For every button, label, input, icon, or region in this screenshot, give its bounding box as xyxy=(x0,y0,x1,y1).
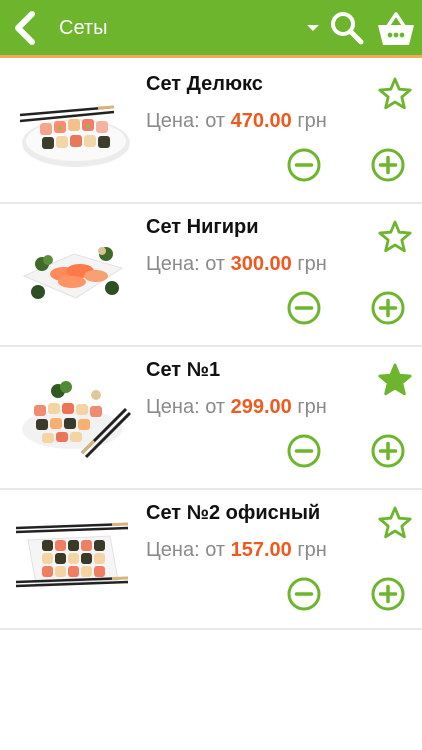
minus-circle-icon xyxy=(287,434,321,468)
product-list: Сет Делюкс Цена: от 470.00 грн Сет Нигир… xyxy=(0,61,422,630)
price-line: Цена: от 470.00 грн xyxy=(146,110,327,133)
back-chevron-icon xyxy=(15,11,35,45)
search-button[interactable] xyxy=(328,9,366,47)
plus-circle-icon xyxy=(371,577,405,611)
price-currency: грн xyxy=(297,253,327,275)
minus-circle-icon xyxy=(287,148,321,182)
price-currency: грн xyxy=(297,539,327,561)
decrease-quantity-button[interactable] xyxy=(286,576,322,612)
minus-circle-icon xyxy=(287,291,321,325)
product-item[interactable]: Сет №2 офисный Цена: от 157.00 грн xyxy=(0,490,422,630)
price-value: 299.00 xyxy=(230,396,292,418)
price-value: 300.00 xyxy=(230,253,292,275)
favorite-button[interactable] xyxy=(376,361,414,399)
plus-circle-icon xyxy=(371,291,405,325)
price-line: Цена: от 300.00 грн xyxy=(146,253,327,276)
price-prefix: Цена: от xyxy=(146,253,226,275)
decrease-quantity-button[interactable] xyxy=(286,147,322,183)
price-currency: грн xyxy=(297,396,327,418)
page-title: Сеты xyxy=(59,17,108,39)
decrease-quantity-button[interactable] xyxy=(286,433,322,469)
minus-circle-icon xyxy=(287,577,321,611)
star-filled-icon xyxy=(378,363,412,396)
increase-quantity-button[interactable] xyxy=(370,433,406,469)
product-name: Сет №1 xyxy=(146,359,221,381)
increase-quantity-button[interactable] xyxy=(370,290,406,326)
price-prefix: Цена: от xyxy=(146,110,226,132)
product-image xyxy=(14,224,132,322)
star-outline-icon xyxy=(378,506,412,539)
search-icon xyxy=(331,12,364,45)
product-image xyxy=(14,367,132,465)
plus-circle-icon xyxy=(371,148,405,182)
increase-quantity-button[interactable] xyxy=(370,147,406,183)
product-item[interactable]: Сет №1 Цена: от 299.00 грн xyxy=(0,347,422,490)
price-prefix: Цена: от xyxy=(146,539,226,561)
top-bar: Сеты xyxy=(0,0,422,58)
product-name: Сет Нигири xyxy=(146,216,259,238)
price-currency: грн xyxy=(297,110,327,132)
product-item[interactable]: Сет Делюкс Цена: от 470.00 грн xyxy=(0,61,422,204)
star-outline-icon xyxy=(378,220,412,253)
favorite-button[interactable] xyxy=(376,504,414,542)
plus-circle-icon xyxy=(371,434,405,468)
product-name: Сет №2 офисный xyxy=(146,502,321,524)
price-line: Цена: от 299.00 грн xyxy=(146,396,327,419)
dropdown-arrow-icon xyxy=(307,25,319,31)
price-prefix: Цена: от xyxy=(146,396,226,418)
price-value: 470.00 xyxy=(230,110,292,132)
cart-button[interactable] xyxy=(375,8,417,50)
price-value: 157.00 xyxy=(230,539,292,561)
product-name: Сет Делюкс xyxy=(146,73,263,95)
favorite-button[interactable] xyxy=(376,218,414,256)
increase-quantity-button[interactable] xyxy=(370,576,406,612)
star-outline-icon xyxy=(378,77,412,110)
product-image xyxy=(14,510,132,608)
product-item[interactable]: Сет Нигири Цена: от 300.00 грн xyxy=(0,204,422,347)
favorite-button[interactable] xyxy=(376,75,414,113)
category-dropdown-button[interactable] xyxy=(305,20,321,36)
basket-icon xyxy=(378,12,414,45)
back-button[interactable] xyxy=(8,9,44,47)
price-line: Цена: от 157.00 грн xyxy=(146,539,327,562)
decrease-quantity-button[interactable] xyxy=(286,290,322,326)
product-image xyxy=(14,81,132,179)
